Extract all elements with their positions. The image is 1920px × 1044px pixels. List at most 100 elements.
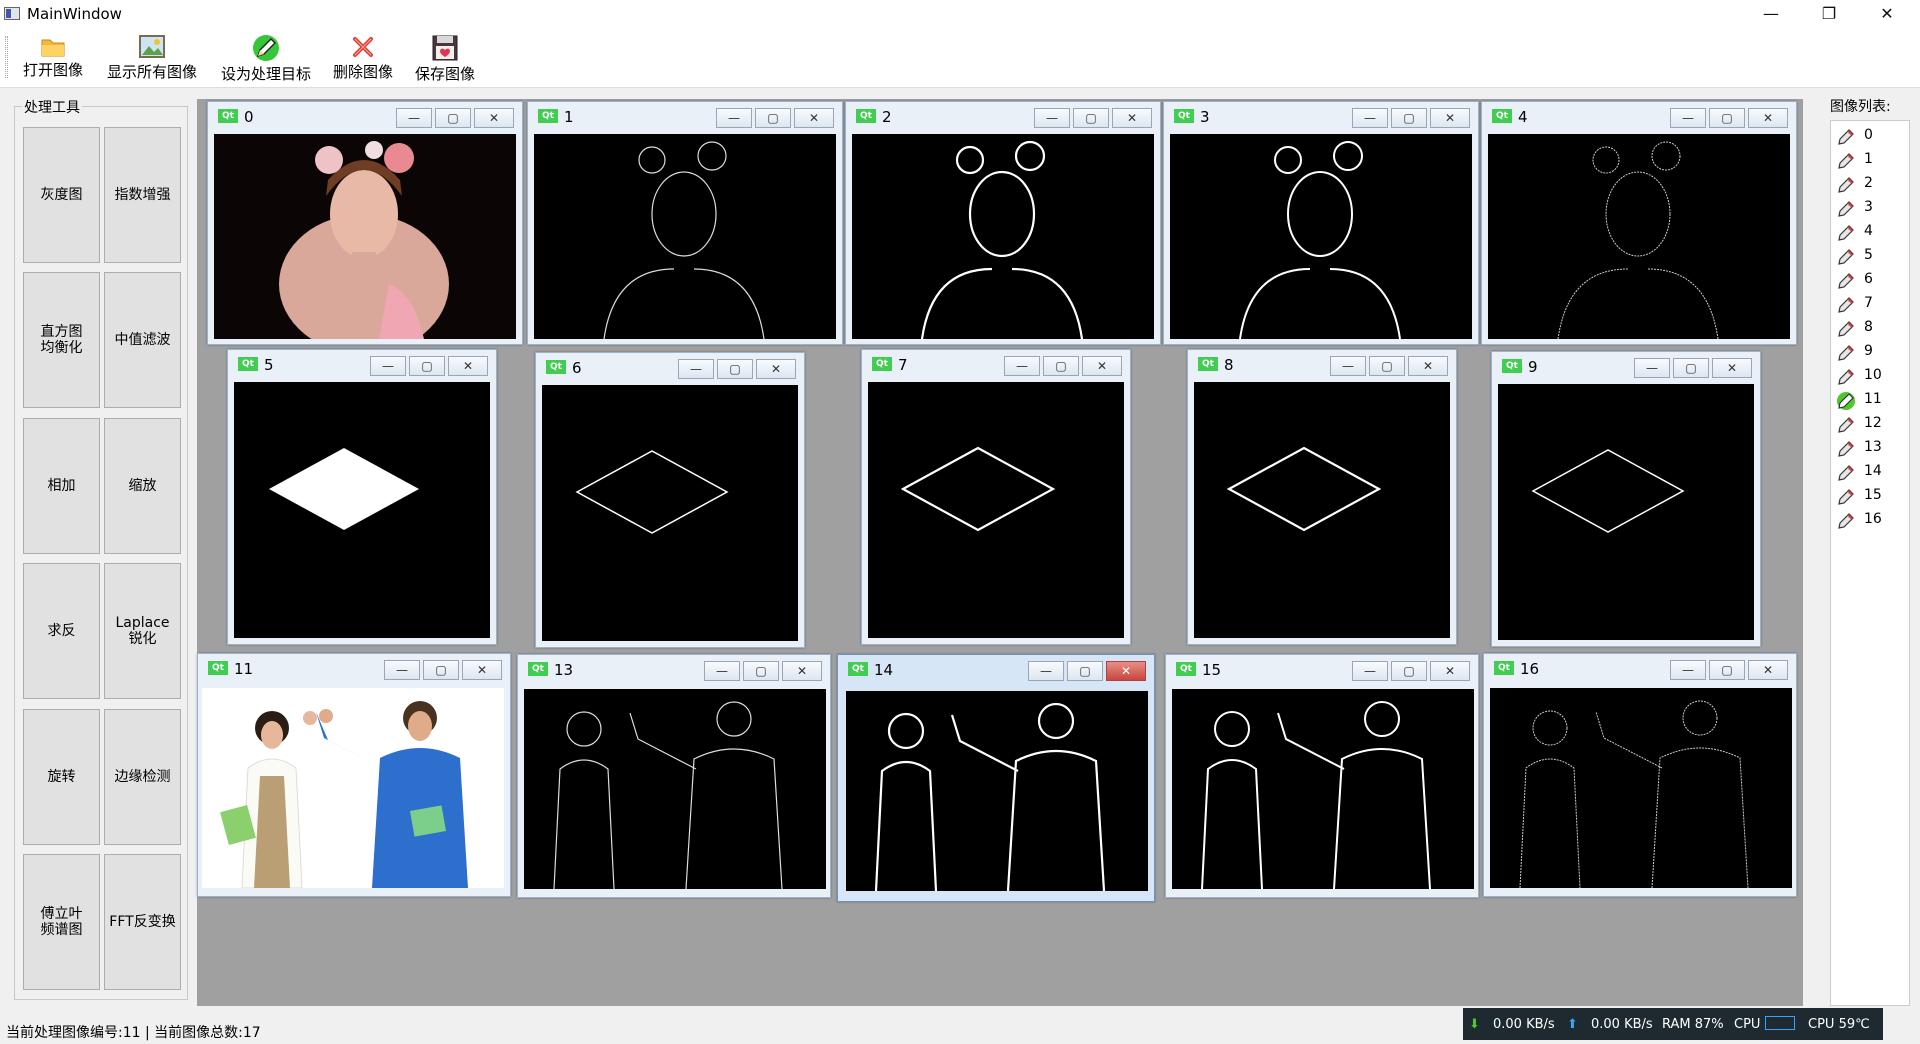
scale-button[interactable]: 缩放 bbox=[104, 418, 181, 554]
sub-minimize-button[interactable]: — bbox=[370, 356, 406, 376]
sub-maximize-button[interactable]: ▢ bbox=[743, 661, 779, 681]
sub-maximize-button[interactable]: ▢ bbox=[1709, 660, 1745, 680]
sub-maximize-button[interactable]: ▢ bbox=[1391, 108, 1427, 128]
subwindow-6[interactable]: Qt 6 — ▢ ✕ bbox=[535, 352, 805, 648]
image-list[interactable]: 0 1 2 3 4 5 6 7 8 9 10 11 12 13 14 15 16 bbox=[1830, 120, 1910, 1006]
subwindow-15[interactable]: Qt 15 — ▢ ✕ bbox=[1165, 654, 1479, 898]
subwindow-titlebar[interactable]: Qt 7 — ▢ ✕ bbox=[862, 350, 1130, 377]
restore-button[interactable]: ❐ bbox=[1800, 0, 1858, 30]
toolbar-grip[interactable] bbox=[5, 36, 8, 78]
subwindow-titlebar[interactable]: Qt 4 — ▢ ✕ bbox=[1482, 102, 1796, 129]
image-list-item[interactable]: 13 bbox=[1835, 437, 1909, 459]
image-list-item[interactable]: 2 bbox=[1835, 173, 1909, 195]
sub-minimize-button[interactable]: — bbox=[1352, 108, 1388, 128]
show-all-button[interactable]: 显示所有图像 bbox=[104, 30, 200, 88]
sub-close-button[interactable]: ✕ bbox=[1112, 108, 1152, 128]
median-filter-button[interactable]: 中值滤波 bbox=[104, 272, 181, 408]
subwindow-titlebar[interactable]: Qt 5 — ▢ ✕ bbox=[228, 350, 496, 377]
sub-minimize-button[interactable]: — bbox=[1034, 108, 1070, 128]
sub-close-button[interactable]: ✕ bbox=[474, 108, 514, 128]
subwindow-2[interactable]: Qt 2 — ▢ ✕ bbox=[845, 101, 1161, 345]
sub-minimize-button[interactable]: — bbox=[1670, 660, 1706, 680]
sub-close-button[interactable]: ✕ bbox=[1106, 661, 1146, 681]
grayscale-button[interactable]: 灰度图 bbox=[23, 127, 100, 263]
sub-close-button[interactable]: ✕ bbox=[1430, 108, 1470, 128]
subwindow-titlebar[interactable]: Qt 3 — ▢ ✕ bbox=[1164, 102, 1478, 129]
subwindow-1[interactable]: Qt 1 — ▢ ✕ bbox=[527, 101, 843, 345]
sub-minimize-button[interactable]: — bbox=[716, 108, 752, 128]
image-list-item[interactable]: 1 bbox=[1835, 149, 1909, 171]
sub-close-button[interactable]: ✕ bbox=[448, 356, 488, 376]
subwindow-16[interactable]: Qt 16 — ▢ ✕ bbox=[1483, 653, 1797, 897]
subwindow-5[interactable]: Qt 5 — ▢ ✕ bbox=[227, 349, 497, 645]
sub-maximize-button[interactable]: ▢ bbox=[1067, 661, 1103, 681]
sub-close-button[interactable]: ✕ bbox=[1748, 660, 1788, 680]
laplace-sharpen-button[interactable]: Laplace 锐化 bbox=[104, 563, 181, 699]
sub-close-button[interactable]: ✕ bbox=[462, 660, 502, 680]
subwindow-titlebar[interactable]: Qt 16 — ▢ ✕ bbox=[1484, 654, 1796, 681]
image-list-item[interactable]: 9 bbox=[1835, 341, 1909, 363]
sub-close-button[interactable]: ✕ bbox=[782, 661, 822, 681]
subwindow-14[interactable]: Qt 14 — ▢ ✕ bbox=[837, 654, 1155, 902]
image-list-item[interactable]: 10 bbox=[1835, 365, 1909, 387]
image-list-item[interactable]: 0 bbox=[1835, 125, 1909, 147]
image-list-item[interactable]: 15 bbox=[1835, 485, 1909, 507]
image-list-item[interactable]: 3 bbox=[1835, 197, 1909, 219]
subwindow-11[interactable]: Qt 11 — ▢ ✕ bbox=[197, 653, 511, 897]
sub-maximize-button[interactable]: ▢ bbox=[1073, 108, 1109, 128]
subwindow-titlebar[interactable]: Qt 8 — ▢ ✕ bbox=[1188, 350, 1456, 377]
image-list-item[interactable]: 16 bbox=[1835, 509, 1909, 531]
sub-minimize-button[interactable]: — bbox=[1352, 661, 1388, 681]
sub-close-button[interactable]: ✕ bbox=[1712, 358, 1752, 378]
subwindow-titlebar[interactable]: Qt 13 — ▢ ✕ bbox=[518, 655, 830, 682]
fft-inverse-button[interactable]: FFT反变换 bbox=[104, 854, 181, 990]
image-list-item[interactable]: 8 bbox=[1835, 317, 1909, 339]
delete-image-button[interactable]: 删除图像 bbox=[330, 30, 396, 88]
sub-maximize-button[interactable]: ▢ bbox=[1369, 356, 1405, 376]
sub-maximize-button[interactable]: ▢ bbox=[435, 108, 471, 128]
image-list-item[interactable]: 14 bbox=[1835, 461, 1909, 483]
open-image-button[interactable]: 打开图像 bbox=[20, 30, 86, 88]
sub-minimize-button[interactable]: — bbox=[1330, 356, 1366, 376]
subwindow-8[interactable]: Qt 8 — ▢ ✕ bbox=[1187, 349, 1457, 645]
subwindow-7[interactable]: Qt 7 — ▢ ✕ bbox=[861, 349, 1131, 645]
sub-maximize-button[interactable]: ▢ bbox=[409, 356, 445, 376]
sub-maximize-button[interactable]: ▢ bbox=[755, 108, 791, 128]
subwindow-titlebar[interactable]: Qt 0 — ▢ ✕ bbox=[208, 102, 522, 129]
save-image-button[interactable]: 保存图像 bbox=[412, 30, 478, 88]
sub-maximize-button[interactable]: ▢ bbox=[1043, 356, 1079, 376]
edge-detect-button[interactable]: 边缘检测 bbox=[104, 709, 181, 845]
subwindow-titlebar[interactable]: Qt 14 — ▢ ✕ bbox=[838, 655, 1154, 682]
add-button[interactable]: 相加 bbox=[23, 418, 100, 554]
sub-minimize-button[interactable]: — bbox=[1028, 661, 1064, 681]
sub-close-button[interactable]: ✕ bbox=[1748, 108, 1788, 128]
sub-close-button[interactable]: ✕ bbox=[1408, 356, 1448, 376]
sub-minimize-button[interactable]: — bbox=[704, 661, 740, 681]
sub-close-button[interactable]: ✕ bbox=[1082, 356, 1122, 376]
sub-maximize-button[interactable]: ▢ bbox=[423, 660, 459, 680]
image-list-item[interactable]: 12 bbox=[1835, 413, 1909, 435]
subwindow-titlebar[interactable]: Qt 15 — ▢ ✕ bbox=[1166, 655, 1478, 682]
image-list-item[interactable]: 5 bbox=[1835, 245, 1909, 267]
sub-minimize-button[interactable]: — bbox=[384, 660, 420, 680]
image-list-item[interactable]: 6 bbox=[1835, 269, 1909, 291]
subwindow-9[interactable]: Qt 9 — ▢ ✕ bbox=[1491, 351, 1761, 647]
sub-minimize-button[interactable]: — bbox=[1634, 358, 1670, 378]
sub-maximize-button[interactable]: ▢ bbox=[717, 359, 753, 379]
fourier-spectrum-button[interactable]: 傅立叶 频谱图 bbox=[23, 854, 100, 990]
close-button[interactable]: ✕ bbox=[1858, 0, 1916, 30]
subwindow-titlebar[interactable]: Qt 2 — ▢ ✕ bbox=[846, 102, 1160, 129]
rotate-button[interactable]: 旋转 bbox=[23, 709, 100, 845]
subwindow-3[interactable]: Qt 3 — ▢ ✕ bbox=[1163, 101, 1479, 345]
subwindow-13[interactable]: Qt 13 — ▢ ✕ bbox=[517, 654, 831, 898]
sub-minimize-button[interactable]: — bbox=[396, 108, 432, 128]
subwindow-titlebar[interactable]: Qt 1 — ▢ ✕ bbox=[528, 102, 842, 129]
sub-maximize-button[interactable]: ▢ bbox=[1673, 358, 1709, 378]
sub-maximize-button[interactable]: ▢ bbox=[1709, 108, 1745, 128]
sub-maximize-button[interactable]: ▢ bbox=[1391, 661, 1427, 681]
histogram-equalize-button[interactable]: 直方图 均衡化 bbox=[23, 272, 100, 408]
set-target-button[interactable]: 设为处理目标 bbox=[218, 30, 314, 88]
image-list-item[interactable]: 7 bbox=[1835, 293, 1909, 315]
image-list-item[interactable]: 11 bbox=[1835, 389, 1909, 411]
subwindow-titlebar[interactable]: Qt 9 — ▢ ✕ bbox=[1492, 352, 1760, 379]
